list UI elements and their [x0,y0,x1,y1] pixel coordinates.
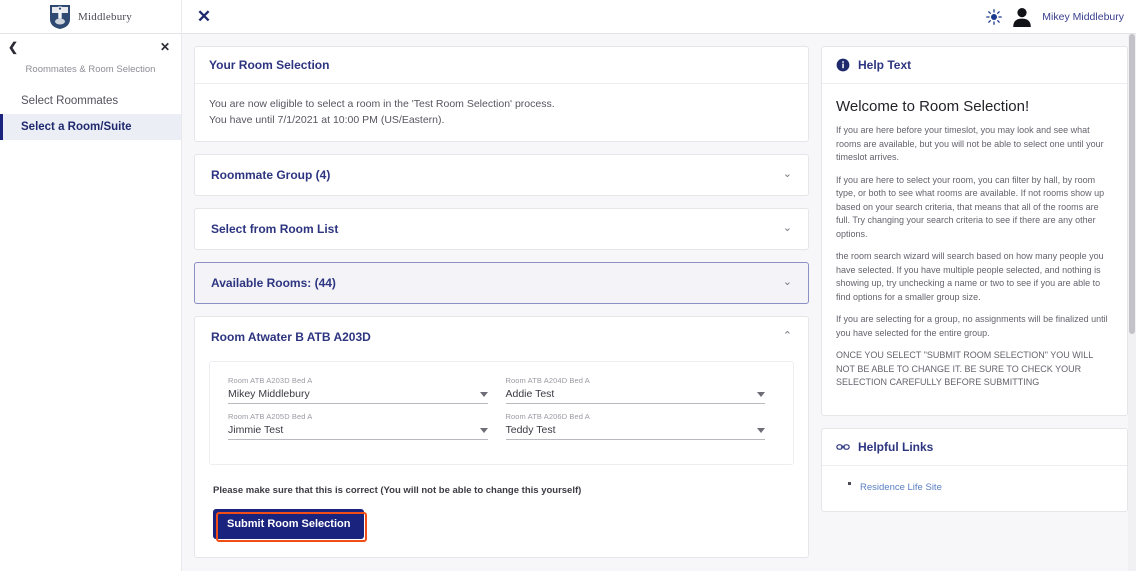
sidebar-title: Roommates & Room Selection [25,64,156,75]
chain-link-icon [836,443,850,450]
bed-label: Room ATB A203D Bed A [228,375,313,385]
bed-assignment-field-1: Room ATB A203D Bed A Mikey Middlebury [224,376,502,412]
links-list: Residence Life Site [848,477,1113,495]
room-panel-title: Room Atwater B ATB A203D [211,329,371,344]
brand-zone: Middlebury [0,0,182,34]
chevron-down-icon [757,391,765,397]
links-card-body: Residence Life Site [822,466,1127,511]
chevron-down-icon [757,427,765,433]
help-column: Help Text Welcome to Room Selection! If … [821,46,1128,570]
accordion-label: Roommate Group (4) [211,167,331,182]
middlebury-crest-icon [50,4,71,29]
accordion-select-from-room-list[interactable]: Select from Room List ⌄ [194,207,809,250]
bed-occupant-select[interactable]: Teddy Test [505,423,765,440]
links-card-header: Helpful Links [822,429,1127,466]
submit-room-selection-button[interactable]: Submit Room Selection [213,508,365,539]
links-card-title: Helpful Links [858,439,934,454]
assignment-wrapper: Room ATB A203D Bed A Mikey Middlebury Ro… [195,357,808,465]
main-column: Your Room Selection You are now eligible… [194,46,809,570]
bed-occupant-select[interactable]: Addie Test [505,387,765,404]
user-avatar-icon[interactable] [1011,6,1033,28]
accordion-available-rooms[interactable]: Available Rooms: (44) ⌄ [194,261,809,304]
helpful-links-card: Helpful Links Residence Life Site [821,427,1128,512]
eligibility-line: You are now eligible to select a room in… [209,98,555,110]
help-text-card: Help Text Welcome to Room Selection! If … [821,46,1128,416]
card-heading: Your Room Selection [195,47,808,84]
page-scrollbar-track[interactable] [1128,34,1136,571]
page-scrollbar-thumb[interactable] [1129,34,1135,334]
chevron-down-icon: ⌄ [782,276,792,289]
help-paragraph: ONCE YOU SELECT "SUBMIT ROOM SELECTION" … [836,350,1093,387]
workspace: Your Room Selection You are now eligible… [182,34,1128,571]
deadline-line: You have until 7/1/2021 at 10:00 PM (US/… [209,114,445,127]
help-paragraph: If you are here to select your room, you… [836,174,1105,239]
accordion-roommate-group[interactable]: Roommate Group (4) ⌄ [194,153,809,196]
bed-occupant-value: Teddy Test [505,423,556,436]
help-paragraph: the room search wizard will search based… [836,251,1104,302]
info-circle-icon [836,58,850,72]
help-paragraph: If you are here before your timeslot, yo… [836,125,1104,162]
chevron-left-icon[interactable]: ❮ [8,41,18,53]
bed-assignment-field-4: Room ATB A206D Bed A Teddy Test [502,412,780,448]
topbar-right-group: Mikey Middlebury [986,6,1136,28]
bed-label: Room ATB A206D Bed A [505,411,590,421]
bed-occupant-value: Mikey Middlebury [228,387,310,400]
sidebar-item-label: Select Roommates [21,95,119,107]
residence-life-site-link[interactable]: Residence Life Site [860,482,942,493]
help-paragraph: If you are selecting for a group, no ass… [836,314,1108,338]
room-panel-header[interactable]: Room Atwater B ATB A203D ⌃ [195,317,808,357]
accordion-label: Available Rooms: (44) [211,275,336,290]
help-card-title: Help Text [858,58,912,72]
sidebar-close-icon[interactable]: ✕ [160,41,170,53]
chevron-down-icon [479,391,488,397]
confirmation-note: Please make sure that this is correct (Y… [213,484,582,496]
bed-assignment-field-3: Room ATB A205D Bed A Jimmie Test [224,412,502,448]
chevron-down-icon [479,427,488,433]
card-body: You are now eligible to select a room in… [195,84,808,141]
sidebar-item-label: Select a Room/Suite [21,121,132,133]
sidebar: ❮ ✕ Roommates & Room Selection Select Ro… [0,34,182,571]
close-icon[interactable]: ✕ [194,7,214,27]
top-bar: Middlebury ✕ Mikey Middlebury [0,0,1136,34]
help-welcome-heading: Welcome to Room Selection! [836,98,1030,115]
help-card-header: Help Text [822,47,1127,84]
sidebar-item-select-a-room-suite[interactable]: Select a Room/Suite [0,114,181,140]
brand-name: Middlebury [78,10,132,23]
room-assignment-panel: Room Atwater B ATB A203D ⌃ Room ATB A203… [194,315,809,558]
help-card-body: Welcome to Room Selection! If you are he… [822,84,1127,415]
bed-occupant-select[interactable]: Mikey Middlebury [228,388,488,404]
bed-label: Room ATB A204D Bed A [505,375,590,385]
accordion-label: Select from Room List [211,221,339,236]
bed-occupant-value: Addie Test [505,387,555,400]
sidebar-item-select-roommates[interactable]: Select Roommates [0,88,181,114]
submit-zone: Submit Room Selection [195,496,808,557]
bed-occupant-select[interactable]: Jimmie Test [228,424,488,440]
list-item: Residence Life Site [848,477,1113,495]
sidebar-header: ❮ ✕ [0,34,181,60]
sun-brightness-icon[interactable] [986,8,1003,25]
chevron-down-icon: ⌄ [782,222,792,235]
bed-assignment-field-2: Room ATB A204D Bed A Addie Test [502,376,780,412]
user-name-label[interactable]: Mikey Middlebury [1042,11,1124,23]
assignment-grid: Room ATB A203D Bed A Mikey Middlebury Ro… [209,360,794,465]
your-room-selection-card: Your Room Selection You are now eligible… [194,46,809,142]
bed-occupant-value: Jimmie Test [228,423,284,436]
chevron-up-icon: ⌃ [782,330,792,343]
submit-button-holder: Submit Room Selection [213,508,368,542]
bed-label: Room ATB A205D Bed A [228,411,313,421]
chevron-down-icon: ⌄ [782,168,792,181]
